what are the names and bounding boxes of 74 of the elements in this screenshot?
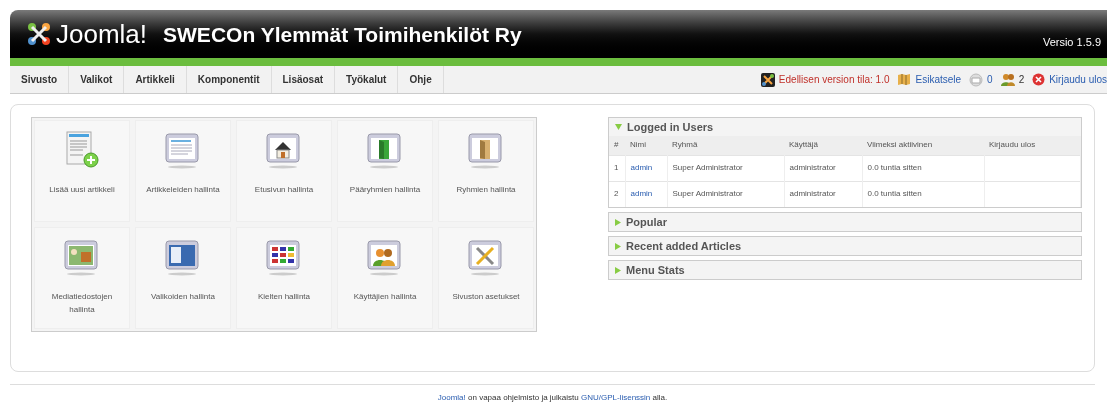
quick-icon-tile[interactable]: Artikkeleiden hallinta (135, 120, 231, 222)
menu-item[interactable]: Artikkeli (124, 66, 187, 93)
table-cell: administrator (789, 163, 836, 172)
menu-item[interactable]: Valikot (69, 66, 125, 93)
quick-icon-tile[interactable]: Etusivun hallinta (236, 120, 332, 222)
map-icon (897, 73, 912, 86)
column-header: Ryhmä (667, 136, 784, 155)
users-icon (366, 238, 404, 276)
window-icon (164, 238, 202, 276)
table-cell: 0.0 tuntia sitten (867, 189, 922, 199)
panel-header[interactable]: Menu Stats (609, 261, 1081, 279)
column-header: Viimeksi aktiivinen (862, 136, 984, 155)
tools-icon (467, 238, 505, 276)
logout-link[interactable]: Kirjaudu ulos (1049, 72, 1107, 87)
logout-icon (1032, 73, 1046, 86)
table-cell: Super Administrator (672, 189, 743, 199)
version-text: Versio 1.5.9 (1042, 34, 1101, 50)
picture-window-icon (63, 238, 101, 276)
caret-down-icon (615, 124, 622, 130)
tile-label: Käyttäjien hallinta (352, 291, 418, 303)
menu-item[interactable]: Lisäosat (271, 66, 336, 93)
tile-label: Lisää uusi artikkeli (48, 184, 116, 196)
table-cell: 2 (614, 189, 619, 199)
caret-right-icon (615, 242, 621, 250)
tile-label: Artikkeleiden hallinta (145, 184, 221, 196)
tile-label: Etusivun hallinta (253, 184, 315, 196)
site-title: SWECOn Ylemmät Toimihenkilöt Ry (163, 22, 522, 49)
user-link[interactable]: admin (630, 189, 653, 199)
quick-icon-tile[interactable]: Valikoiden hallinta (135, 227, 231, 329)
panel-header[interactable]: Recent added Articles (609, 237, 1081, 255)
document-add-icon (63, 131, 101, 169)
tile-label: Pääryhmien hallinta (348, 184, 422, 196)
house-icon (265, 131, 303, 169)
menu-item[interactable]: Sivusto (10, 66, 70, 93)
footer-link[interactable]: Joomla! (437, 393, 466, 402)
tile-label: Sivuston asetukset (451, 291, 521, 303)
panel-header[interactable]: Logged in Users (609, 118, 1081, 136)
preview-link[interactable]: Esikatsele (915, 72, 962, 87)
caret-right-icon (615, 218, 621, 226)
article-window-icon (164, 131, 202, 169)
footer-text: Joomla! on vapaa ohjelmisto ja julkaistu GNU/GPL-lisenssin alla. (436, 393, 669, 403)
footer-link[interactable]: GNU/GPL-lisenssin (580, 393, 651, 402)
user-link[interactable]: admin (630, 163, 653, 172)
messages-count[interactable]: 0 (987, 72, 993, 87)
table-cell: 0.0 tuntia sitten (867, 163, 922, 172)
tile-label: Mediatiedostojen hallinta (50, 291, 114, 316)
tile-label: Kielten hallinta (256, 291, 311, 303)
column-header: Nimi (625, 136, 667, 155)
panel-header[interactable]: Popular (609, 213, 1081, 231)
menu-item[interactable]: Ohje (398, 66, 444, 93)
quick-icon-tile[interactable]: Lisää uusi artikkeli (34, 120, 130, 222)
quick-icon-tile[interactable]: Ryhmien hallinta (438, 120, 534, 222)
flags-icon (265, 238, 303, 276)
table-cell: 1 (614, 163, 619, 172)
joomla-logo-text: Joomla! (56, 17, 148, 51)
tile-label: Valikoiden hallinta (150, 291, 216, 303)
menu-item[interactable]: Työkalut (335, 66, 399, 93)
joomla-logo-icon (760, 72, 775, 87)
table-cell: administrator (789, 189, 836, 199)
menu-item[interactable]: Komponentit (186, 66, 272, 93)
version-status[interactable]: Edellisen version tila: 1.0 (778, 72, 890, 87)
quick-icon-tile[interactable]: Käyttäjien hallinta (337, 227, 433, 329)
column-header: Kirjaudu ulos (984, 136, 1081, 155)
users-count[interactable]: 2 (1018, 72, 1025, 87)
caret-right-icon (615, 266, 621, 274)
column-header: Käyttäjä (784, 136, 862, 155)
quick-icon-tile[interactable]: Sivuston asetukset (438, 227, 534, 329)
quick-icon-tile[interactable]: Kielten hallinta (236, 227, 332, 329)
column-header: # (609, 136, 625, 155)
quick-icon-tile[interactable]: Mediatiedostojen hallinta (34, 227, 130, 329)
quick-icon-tile[interactable]: Pääryhmien hallinta (337, 120, 433, 222)
users-icon (1000, 73, 1015, 86)
tile-label: Ryhmien hallinta (455, 184, 517, 196)
table-cell: Super Administrator (672, 163, 743, 172)
